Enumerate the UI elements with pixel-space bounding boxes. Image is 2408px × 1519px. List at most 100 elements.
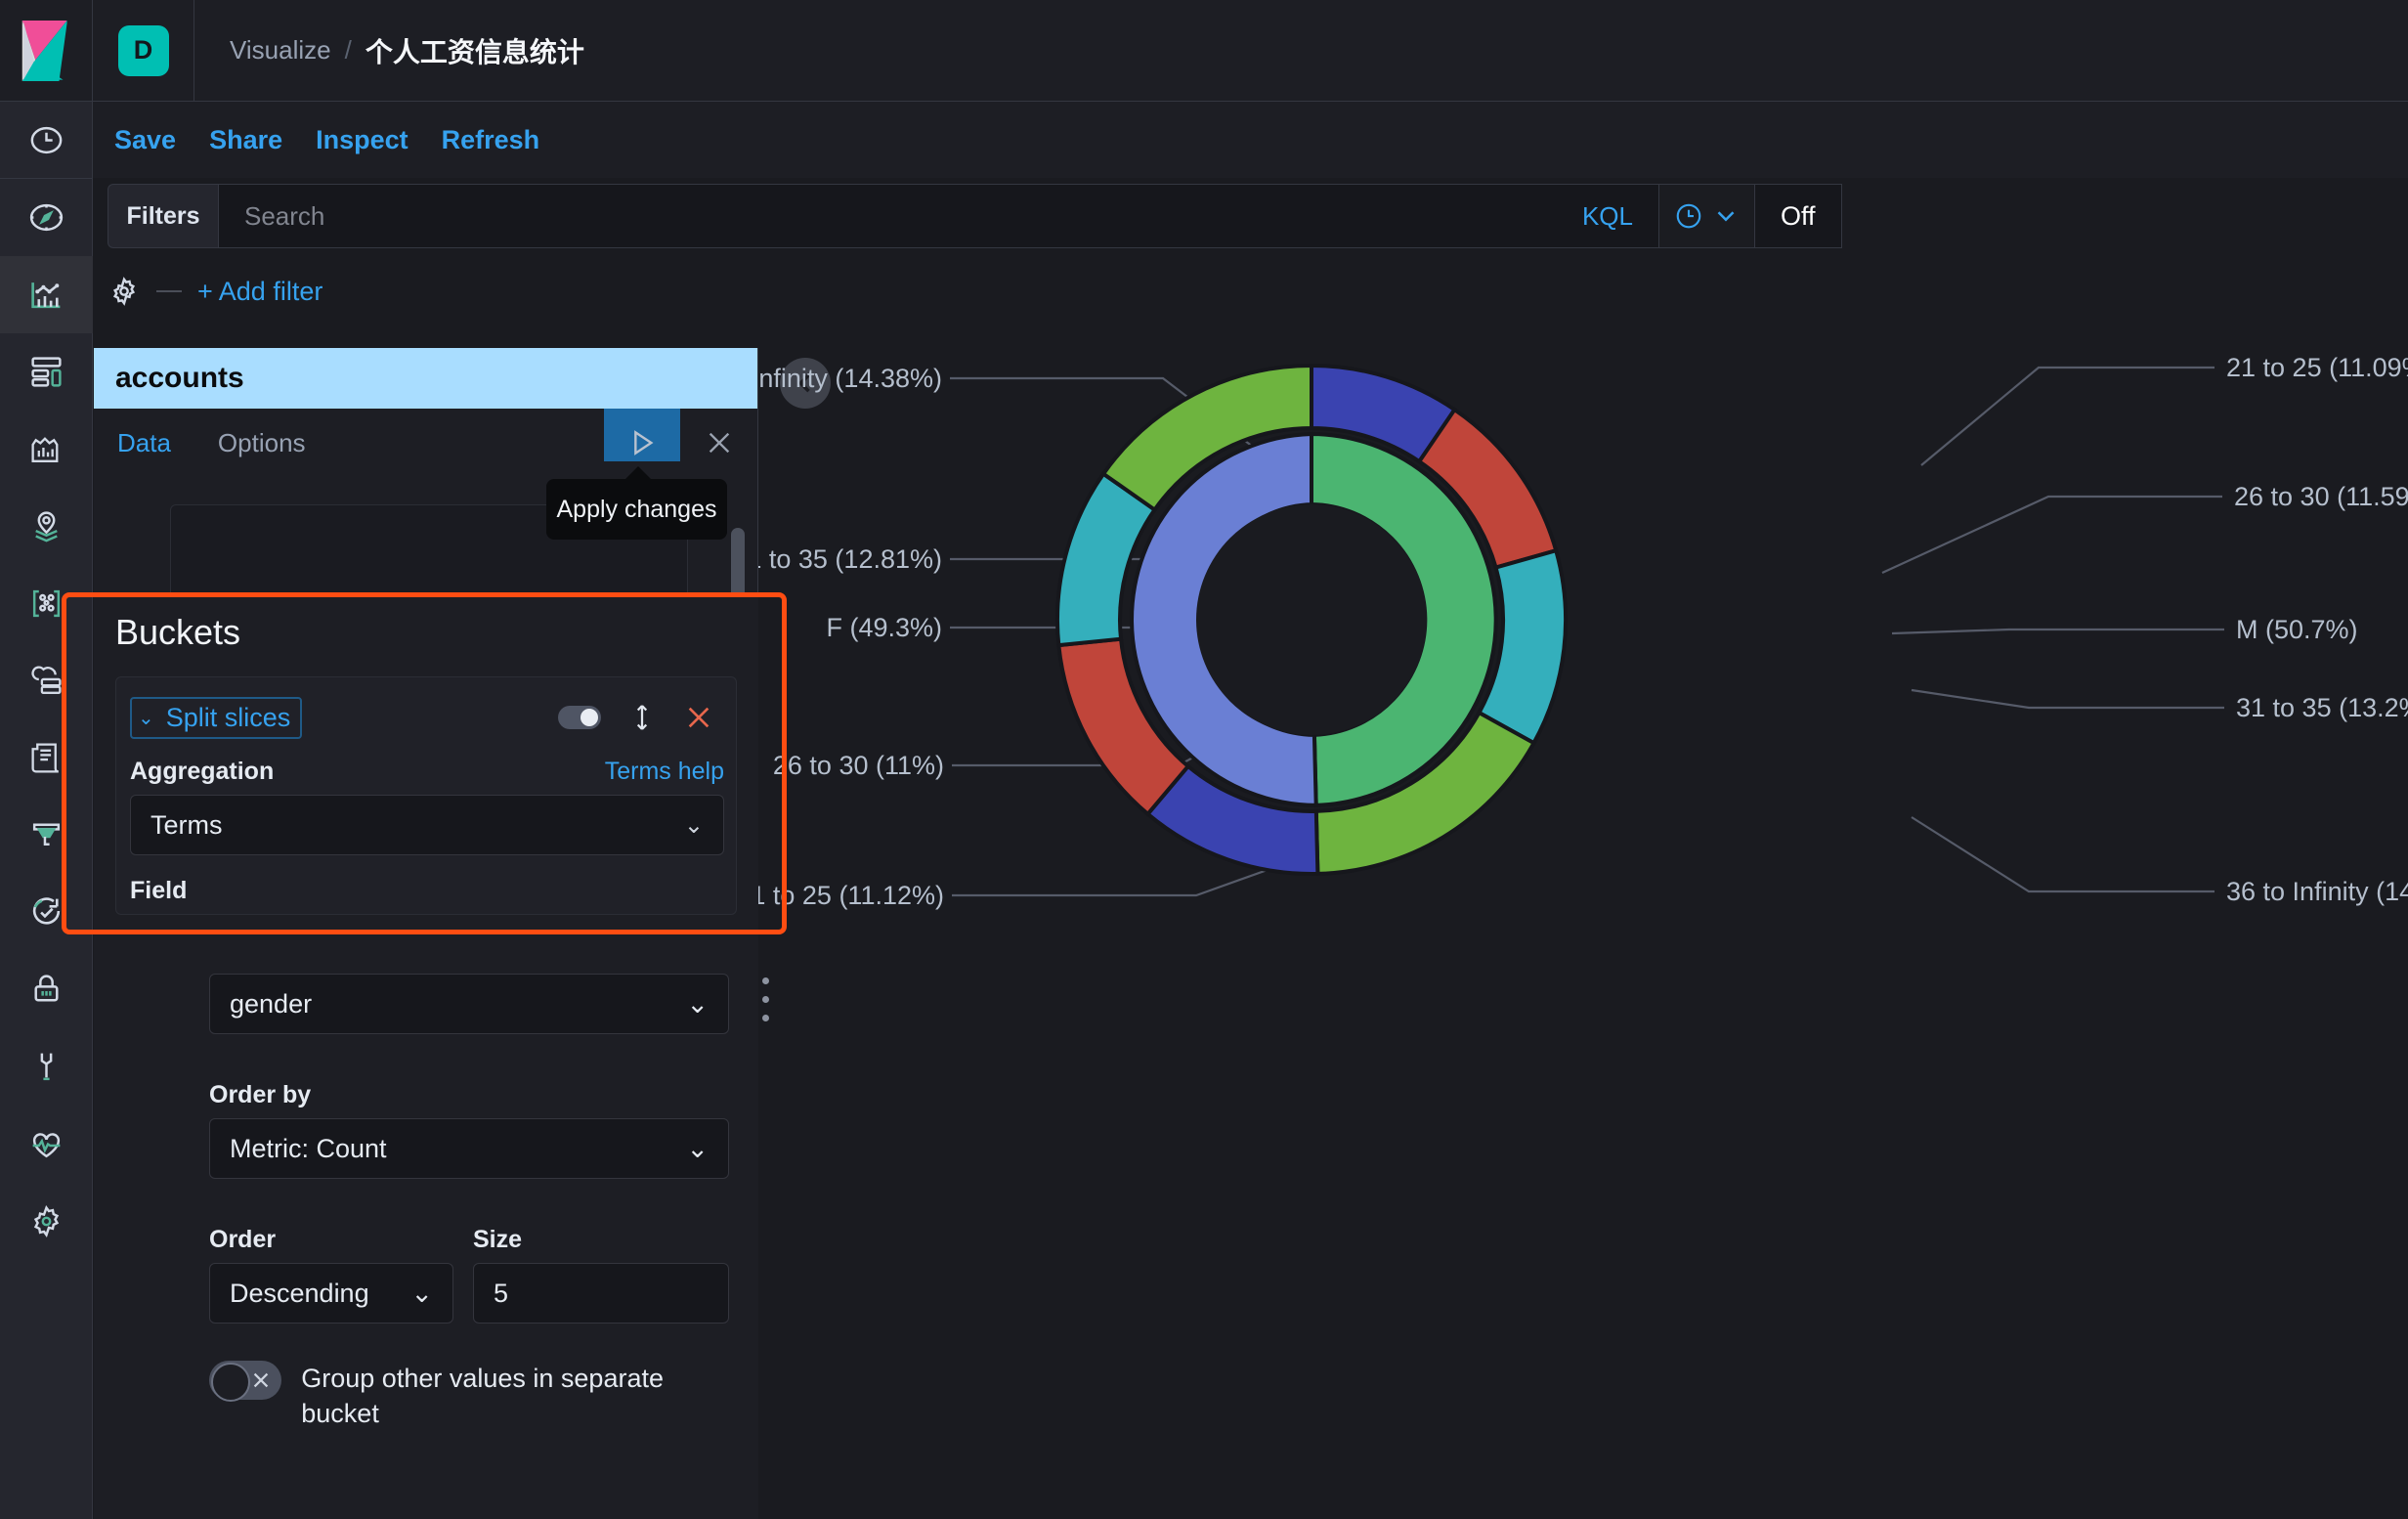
label-top-right: 21 to 25 (11.09%) <box>2226 353 2408 382</box>
top-header: D Visualize / 个人工资信息统计 <box>0 0 2408 102</box>
compass-icon <box>29 203 63 232</box>
filter-settings-button[interactable] <box>108 275 141 308</box>
chevron-down-icon <box>1717 211 1734 222</box>
sidebar-item-discover[interactable] <box>0 179 93 256</box>
sidebar-item-management[interactable] <box>0 1183 93 1260</box>
split-slices-label: Split slices <box>165 702 291 732</box>
sidebar-item-visualize[interactable] <box>0 256 93 333</box>
sidebar-item-maps[interactable] <box>0 488 93 565</box>
sidebar-item-logs[interactable] <box>0 719 93 797</box>
sidebar-item-dashboard[interactable] <box>0 333 93 411</box>
map-pin-icon <box>34 511 58 542</box>
remove-x-icon[interactable] <box>683 702 714 733</box>
group-other-row: Group other values in separate bucket <box>209 1361 737 1432</box>
apm-icon <box>32 823 60 846</box>
page-title: 个人工资信息统计 <box>365 36 584 67</box>
sidebar-item-monitoring[interactable] <box>0 1106 93 1183</box>
chevron-down-icon: ⌄ <box>410 1278 433 1308</box>
bucket-card: ⌄ Split slices Aggregation Terms help Te… <box>115 676 737 915</box>
inspect-button[interactable]: Inspect <box>316 125 408 155</box>
label-mid-right-inner: M (50.7%) <box>2236 615 2358 644</box>
field-label: Field <box>130 877 188 904</box>
filters-button[interactable]: Filters <box>108 184 218 248</box>
sidebar-item-uptime[interactable] <box>0 874 93 951</box>
wrench-icon <box>40 1053 52 1081</box>
sidebar-item-security[interactable] <box>0 951 93 1028</box>
gear-icon <box>33 1205 59 1238</box>
order-select[interactable]: Descending ⌄ <box>209 1263 453 1324</box>
save-button[interactable]: Save <box>114 125 176 155</box>
aggregation-select[interactable]: Terms ⌄ <box>130 795 724 855</box>
infrastructure-icon <box>30 666 62 694</box>
field-label-row: Field <box>130 877 724 905</box>
group-other-toggle[interactable] <box>209 1361 282 1402</box>
kibana-logo-button[interactable] <box>0 0 93 102</box>
order-by-label: Order by <box>209 1081 312 1108</box>
query-bar: Filters KQL Off <box>108 184 2408 248</box>
search-bar: KQL <box>218 184 1659 248</box>
filter-divider <box>156 290 182 292</box>
chart-icon <box>30 282 60 309</box>
buckets-heading: Buckets <box>115 612 241 652</box>
sidebar-item-infrastructure[interactable] <box>0 642 93 719</box>
gear-icon <box>112 277 136 306</box>
space-avatar[interactable]: D <box>93 0 194 102</box>
label-upper-right: 26 to 30 (11.59%) <box>2234 482 2408 511</box>
order-label: Order <box>209 1226 277 1253</box>
clock-icon <box>1676 203 1700 229</box>
bucket-form-continued: gender ⌄ Order by Metric: Count ⌄ Order … <box>94 934 758 1519</box>
canvas-icon <box>30 437 58 462</box>
clock-icon <box>30 126 62 153</box>
split-slices-button[interactable]: ⌄ Split slices <box>130 696 303 739</box>
add-filter-button[interactable]: + Add filter <box>197 277 322 307</box>
time-picker-quick-menu-button[interactable] <box>1659 185 1755 247</box>
label-bottom-right: 36 to Infinity (14.82% <box>2226 877 2408 906</box>
sidebar-item-recently-viewed[interactable] <box>0 102 93 179</box>
filter-bar: + Add filter <box>108 262 987 321</box>
query-language-badge[interactable]: KQL <box>1582 201 1633 232</box>
donut-rings <box>1054 363 1569 876</box>
aggregation-value: Terms <box>150 809 223 840</box>
order-by-select[interactable]: Metric: Count ⌄ <box>209 1118 729 1179</box>
breadcrumb-separator: / <box>344 35 352 65</box>
lock-icon <box>33 975 59 1002</box>
chevron-down-icon: ⌄ <box>138 707 154 729</box>
terms-help-link[interactable]: Terms help <box>605 758 724 786</box>
size-value: 5 <box>494 1278 509 1308</box>
donut-chart: 36 to Infinity (14.38%) 31 to 35 (12.81%… <box>758 348 2408 1519</box>
order-value: Descending <box>230 1278 369 1308</box>
toggle-on-icon[interactable] <box>558 706 601 729</box>
label-bottom-left: 21 to 25 (11.12%) <box>758 881 944 910</box>
time-picker: Off <box>1659 184 1842 248</box>
size-input[interactable]: 5 <box>473 1263 729 1324</box>
uptime-icon <box>32 897 60 925</box>
refresh-button[interactable]: Refresh <box>442 125 540 155</box>
chevron-down-icon: ⌄ <box>683 811 704 839</box>
share-button[interactable]: Share <box>209 125 282 155</box>
ml-nodes-icon <box>32 589 60 618</box>
play-icon <box>634 430 654 456</box>
space-initial: D <box>117 24 169 76</box>
up-down-arrow-icon[interactable] <box>626 702 658 733</box>
sidebar-item-dev-tools[interactable] <box>0 1028 93 1106</box>
sidebar-item-canvas[interactable] <box>0 411 93 488</box>
kibana-visualize-page: D Visualize / 个人工资信息统计 Save Share Inspec… <box>0 0 2408 1519</box>
visualization-action-bar: Save Share Inspect Refresh <box>93 102 2408 178</box>
sidebar-item-machine-learning[interactable] <box>0 565 93 642</box>
close-icon <box>254 1372 269 1388</box>
label-mid-left-outer: 31 to 35 (12.81%) <box>758 544 942 574</box>
refresh-interval-value[interactable]: Off <box>1755 185 1841 247</box>
buckets-section: Buckets ⌄ Split slices Aggregation Terms… <box>94 592 758 934</box>
size-label: Size <box>473 1226 523 1253</box>
field-select[interactable]: gender ⌄ <box>209 974 729 1034</box>
search-input[interactable] <box>244 200 1417 232</box>
kibana-logo-icon <box>22 20 67 81</box>
index-pattern-title[interactable]: accounts <box>94 348 757 409</box>
label-top-left: 36 to Infinity (14.38%) <box>758 364 942 393</box>
breadcrumb-visualize[interactable]: Visualize <box>230 35 331 65</box>
field-value: gender <box>230 988 313 1019</box>
sidebar-item-apm[interactable] <box>0 797 93 874</box>
bucket-actions <box>558 702 724 733</box>
close-icon <box>709 432 730 454</box>
breadcrumb: Visualize / 个人工资信息统计 <box>194 31 584 70</box>
